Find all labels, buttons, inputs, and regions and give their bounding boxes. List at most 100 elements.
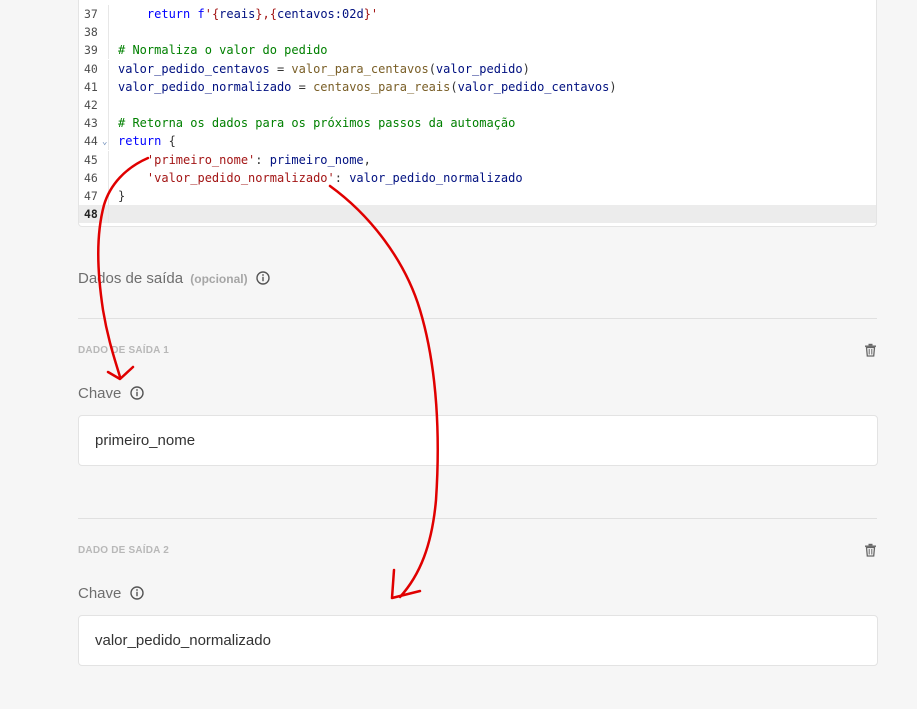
line-gutter: 46 <box>79 168 109 187</box>
chevron-down-icon[interactable]: ⌄ <box>102 133 107 151</box>
line-number: 47 <box>84 189 98 203</box>
code-token: valor_pedido_normalizado <box>118 79 292 94</box>
code-text: } <box>118 187 125 205</box>
line-number: 39 <box>84 43 98 58</box>
trash-icon[interactable] <box>864 543 877 557</box>
code-token: f <box>190 7 205 21</box>
line-gutter: 48 <box>79 205 109 224</box>
code-token: 'valor_pedido_normalizado' <box>146 170 335 185</box>
line-number: 48 <box>84 207 98 222</box>
code-line[interactable]: 41 valor_pedido_normalizado = centavos_pa… <box>79 77 876 96</box>
code-token: = <box>291 79 314 94</box>
code-token: ( <box>450 79 458 94</box>
info-icon[interactable] <box>256 271 270 285</box>
code-line[interactable]: 44 ⌄ return { <box>79 132 876 151</box>
key-input-2[interactable] <box>78 615 878 666</box>
line-number: 44 <box>84 134 98 149</box>
code-line[interactable]: 39 # Normaliza o valor do pedido <box>79 41 876 60</box>
line-gutter: 45 <box>79 150 109 169</box>
line-gutter: 43 <box>79 114 109 133</box>
info-icon[interactable] <box>129 586 144 600</box>
key-field-label-1: Chave <box>78 385 144 402</box>
code-token: { <box>161 134 176 149</box>
code-token: valor_pedido_normalizado <box>349 170 523 185</box>
line-gutter: 38 <box>79 23 109 42</box>
code-text: 'primeiro_nome': primeiro_nome, <box>118 151 371 169</box>
code-token: return <box>146 7 191 21</box>
code-token: } <box>118 189 126 203</box>
line-gutter: 41 <box>79 77 109 96</box>
code-token: centavos_para_reais <box>313 79 451 94</box>
code-token: ( <box>428 61 436 76</box>
code-line[interactable]: 43 # Retorna os dados para os próximos pa… <box>79 114 876 133</box>
key-input-1[interactable] <box>78 415 878 466</box>
code-token: return <box>118 134 162 149</box>
code-token: primeiro_nome <box>269 152 364 167</box>
line-number: 42 <box>84 98 98 112</box>
output-title-text: Dados de saída <box>78 270 184 287</box>
line-number: 40 <box>84 61 98 76</box>
code-line[interactable]: 46 'valor_pedido_normalizado': valor_ped… <box>79 168 876 187</box>
code-text: # Retorna os dados para os próximos pass… <box>118 114 515 132</box>
code-token: },{ <box>255 7 277 21</box>
code-token: reais <box>219 7 256 21</box>
line-gutter: 47 <box>79 187 109 205</box>
code-text: return f'{reais},{centavos:02d}' <box>118 5 378 23</box>
code-token: :02d <box>334 7 364 21</box>
code-token: : <box>334 170 350 185</box>
code-text: 'valor_pedido_normalizado': valor_pedido… <box>118 169 523 187</box>
code-text: valor_pedido_normalizado = centavos_para… <box>118 78 617 96</box>
line-gutter: 39 <box>79 41 109 60</box>
line-gutter: 42 <box>79 96 109 114</box>
line-number: 46 <box>84 170 98 185</box>
line-number: 43 <box>84 116 98 131</box>
code-line[interactable]: 48 <box>79 205 876 224</box>
line-number: 38 <box>84 25 98 40</box>
code-token: valor_pedido <box>435 61 523 76</box>
line-gutter: 37 <box>79 5 109 23</box>
code-token: # Retorna os dados para os próximos pass… <box>118 116 516 131</box>
divider <box>78 318 877 319</box>
code-token: centavos <box>276 7 335 21</box>
divider <box>78 518 877 519</box>
code-text: valor_pedido_centavos = valor_para_centa… <box>118 60 530 78</box>
key-label-text: Chave <box>78 385 122 402</box>
code-token: valor_para_centavos <box>291 61 429 76</box>
code-line[interactable]: 42 <box>79 96 876 114</box>
annotation-arrowhead-2 <box>390 568 422 600</box>
output-item-1-label: DADO DE SAÍDA 1 <box>78 345 169 356</box>
code-token: valor_pedido_centavos <box>457 79 610 94</box>
code-text: return { <box>118 132 176 150</box>
line-gutter: 44 ⌄ <box>79 132 109 151</box>
code-editor[interactable]: 37 return f'{reais},{centavos:02d}' 38 39 #… <box>78 0 877 227</box>
code-token: valor_pedido_centavos <box>118 61 270 76</box>
output-item-2-label: DADO DE SAÍDA 2 <box>78 545 169 556</box>
info-icon[interactable] <box>129 386 144 400</box>
code-line[interactable]: 38 <box>79 23 876 42</box>
annotation-arrow-2 <box>328 184 439 599</box>
code-token: '{ <box>204 7 220 21</box>
code-token: ) <box>522 61 530 76</box>
key-label-text: Chave <box>78 585 122 602</box>
line-number: 37 <box>84 7 98 21</box>
trash-icon[interactable] <box>864 343 877 357</box>
line-gutter: 40 <box>79 59 109 78</box>
code-line[interactable]: 37 return f'{reais},{centavos:02d}' <box>79 5 876 23</box>
code-token: ) <box>609 79 617 94</box>
annotation-arrowhead-1 <box>106 365 135 381</box>
code-token: : <box>255 152 270 167</box>
line-number: 41 <box>84 79 98 94</box>
key-field-label-2: Chave <box>78 585 144 602</box>
code-text: # Normaliza o valor do pedido <box>118 41 328 59</box>
code-token: , <box>363 152 371 167</box>
optional-tag: (opcional) <box>190 272 248 286</box>
code-line[interactable]: 47} <box>79 187 876 205</box>
code-token: }' <box>363 7 379 21</box>
line-number: 45 <box>84 152 98 167</box>
code-token: = <box>269 61 292 76</box>
code-line[interactable]: 40 valor_pedido_centavos = valor_para_cen… <box>79 59 876 78</box>
code-line[interactable]: 45 'primeiro_nome': primeiro_nome, <box>79 150 876 169</box>
